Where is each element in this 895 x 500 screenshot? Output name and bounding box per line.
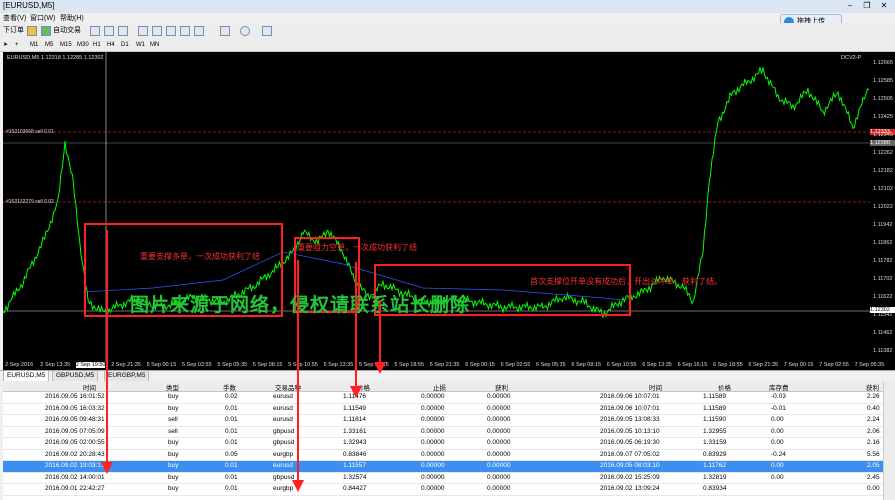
arrow-overlay xyxy=(101,230,386,492)
